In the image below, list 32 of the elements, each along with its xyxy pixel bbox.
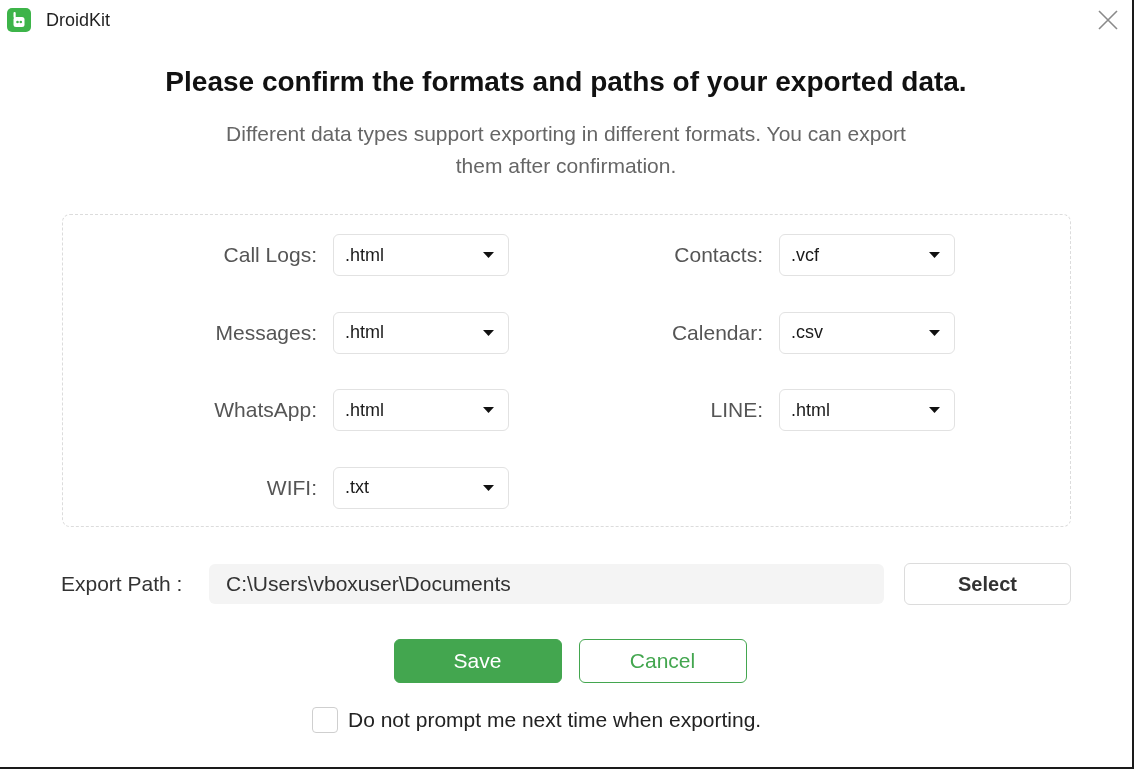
format-label: Calendar: [671,320,763,345]
checkbox-label: Do not prompt me next time when exporting. [348,708,762,732]
format-dropdown[interactable]: .html [779,389,955,431]
select-button[interactable]: Select [904,563,1071,605]
caret-icon [483,484,494,491]
close-icon [1098,10,1118,30]
caret-icon [929,329,940,336]
format-dropdown[interactable]: .vcf [779,234,955,276]
format-label: LINE: [710,398,763,422]
close-button[interactable] [1096,8,1120,32]
window-title: DroidKit [46,9,111,31]
dialog-heading: Please confirm the formats and paths of your exported data. [165,66,967,98]
checkbox[interactable] [312,707,338,733]
caret-icon [483,252,494,258]
format-dropdown[interactable]: .html [333,389,509,431]
format-label: WhatsApp: [214,398,317,422]
format-label: WIFI: [266,475,317,500]
format-label: Messages: [215,320,317,345]
dialog-description: Different data types support exporting in different formats. You can export them after confirmation. [225,121,907,179]
format-label: Call Logs: [223,243,317,267]
caret-icon [929,407,940,413]
format-dropdown[interactable]: .html [333,234,509,276]
caret-icon [929,252,940,258]
export-path-field[interactable]: C:\Users\vboxuser\Documents [209,564,884,604]
format-dropdown[interactable]: .txt [333,466,509,509]
caret-icon [483,407,494,413]
export-path-label: Export Path : [61,572,184,596]
format-dropdown[interactable]: .csv [779,311,955,354]
app-logo-icon [7,8,31,32]
format-label: Contacts: [674,243,763,267]
caret-icon [483,329,494,336]
format-dropdown[interactable]: .html [333,311,509,354]
